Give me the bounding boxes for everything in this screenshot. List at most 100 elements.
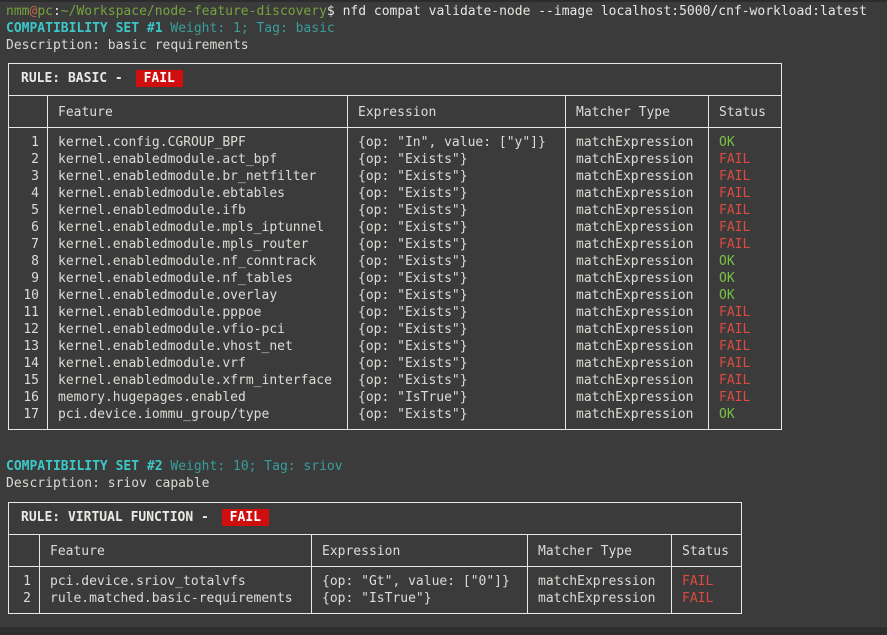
prompt-host: pc [37, 4, 53, 19]
table-row: 3kernel.enabledmodule.br_netfilter{op: "… [9, 168, 782, 185]
terminal-prompt-line: nmm@pc:~/Workspace/node-feature-discover… [6, 3, 887, 20]
set2-meta: Weight: 10; Tag: sriov [163, 459, 343, 474]
status-cell: FAIL [709, 151, 782, 168]
table-row: 2rule.matched.basic-requirements{op: "Is… [9, 590, 742, 614]
status-column-header: Status [709, 96, 782, 128]
matcher-cell: matchExpression [566, 355, 709, 372]
prompt-symbol: $ [327, 4, 343, 19]
status-cell: FAIL [709, 355, 782, 372]
feature-cell: kernel.enabledmodule.mpls_iptunnel [48, 219, 348, 236]
row-index-cell: 9 [9, 270, 48, 287]
row-index-cell: 1 [9, 128, 48, 152]
expression-column-header: Expression [348, 96, 566, 128]
row-index-cell: 4 [9, 185, 48, 202]
status-cell: FAIL [672, 567, 742, 591]
feature-cell: kernel.enabledmodule.vhost_net [48, 338, 348, 355]
table-row: 5kernel.enabledmodule.ifb{op: "Exists"}m… [9, 202, 782, 219]
row-index-cell: 10 [9, 287, 48, 304]
table-row: 15kernel.enabledmodule.xfrm_interface{op… [9, 372, 782, 389]
feature-cell: pci.device.iommu_group/type [48, 406, 348, 430]
row-index-cell: 6 [9, 219, 48, 236]
set2-description: Description: sriov capable [6, 475, 887, 492]
status-cell: FAIL [709, 168, 782, 185]
expression-cell: {op: "Exists"} [348, 372, 566, 389]
rule-status-badge: FAIL [222, 509, 269, 526]
feature-cell: kernel.enabledmodule.nf_conntrack [48, 253, 348, 270]
expression-cell: {op: "Exists"} [348, 355, 566, 372]
rule-header-cell: RULE: VIRTUAL FUNCTION - FAIL [9, 503, 742, 535]
matcher-cell: matchExpression [566, 406, 709, 430]
row-index-cell: 17 [9, 406, 48, 430]
expression-cell: {op: "Exists"} [348, 270, 566, 287]
status-cell: FAIL [709, 372, 782, 389]
set1-title: COMPATIBILITY SET #1 [6, 21, 163, 36]
status-cell: OK [709, 287, 782, 304]
rule-label: RULE: BASIC - [21, 71, 131, 86]
matcher-cell: matchExpression [566, 168, 709, 185]
matcher-cell: matchExpression [528, 567, 672, 591]
prompt-path: ~/Workspace/node-feature-discovery [61, 4, 327, 19]
table-row: 1pci.device.sriov_totalvfs{op: "Gt", val… [9, 567, 742, 591]
feature-cell: memory.hugepages.enabled [48, 389, 348, 406]
expression-cell: {op: "Exists"} [348, 304, 566, 321]
window-top-edge [0, 0, 887, 2]
status-cell: OK [709, 128, 782, 152]
row-index-cell: 8 [9, 253, 48, 270]
matcher-cell: matchExpression [566, 287, 709, 304]
expression-cell: {op: "Exists"} [348, 202, 566, 219]
rule-header-row: RULE: BASIC - FAIL [9, 64, 782, 96]
terminal-screen[interactable]: nmm@pc:~/Workspace/node-feature-discover… [0, 0, 887, 614]
set1-description: Description: basic requirements [6, 37, 887, 54]
row-index-cell: 2 [9, 151, 48, 168]
table-row: 12kernel.enabledmodule.vfio-pci{op: "Exi… [9, 321, 782, 338]
expression-cell: {op: "Exists"} [348, 219, 566, 236]
table-row: 11kernel.enabledmodule.pppoe{op: "Exists… [9, 304, 782, 321]
expression-cell: {op: "Exists"} [348, 406, 566, 430]
command-text: nfd compat validate-node --image localho… [343, 4, 867, 19]
status-cell: OK [709, 270, 782, 287]
results-table-basic: RULE: BASIC - FAIL Feature Expression Ma… [8, 63, 782, 430]
table-row: 10kernel.enabledmodule.overlay{op: "Exis… [9, 287, 782, 304]
expression-cell: {op: "Gt", value: ["0"]} [312, 567, 528, 591]
row-index-cell: 5 [9, 202, 48, 219]
status-column-header: Status [672, 535, 742, 567]
set1-meta: Weight: 1; Tag: basic [163, 21, 335, 36]
rule-status-badge: FAIL [136, 70, 183, 87]
row-index-cell: 12 [9, 321, 48, 338]
table-row: 14kernel.enabledmodule.vrf{op: "Exists"}… [9, 355, 782, 372]
set2-title: COMPATIBILITY SET #2 [6, 459, 163, 474]
status-cell: FAIL [709, 304, 782, 321]
table-row: 13kernel.enabledmodule.vhost_net{op: "Ex… [9, 338, 782, 355]
feature-cell: kernel.enabledmodule.vfio-pci [48, 321, 348, 338]
table-body: 1kernel.config.CGROUP_BPF{op: "In", valu… [9, 128, 782, 430]
status-cell: FAIL [709, 185, 782, 202]
status-cell: FAIL [709, 321, 782, 338]
window-bottom-edge [0, 627, 887, 635]
feature-cell: kernel.enabledmodule.xfrm_interface [48, 372, 348, 389]
expression-cell: {op: "Exists"} [348, 151, 566, 168]
matcher-column-header: Matcher Type [566, 96, 709, 128]
matcher-cell: matchExpression [528, 590, 672, 614]
matcher-cell: matchExpression [566, 253, 709, 270]
feature-cell: kernel.enabledmodule.ifb [48, 202, 348, 219]
matcher-cell: matchExpression [566, 338, 709, 355]
feature-cell: kernel.enabledmodule.br_netfilter [48, 168, 348, 185]
matcher-cell: matchExpression [566, 151, 709, 168]
table-row: 6kernel.enabledmodule.mpls_iptunnel{op: … [9, 219, 782, 236]
feature-cell: kernel.enabledmodule.act_bpf [48, 151, 348, 168]
matcher-cell: matchExpression [566, 128, 709, 152]
feature-cell: pci.device.sriov_totalvfs [40, 567, 312, 591]
matcher-cell: matchExpression [566, 236, 709, 253]
row-index-cell: 13 [9, 338, 48, 355]
expression-cell: {op: "Exists"} [348, 321, 566, 338]
matcher-cell: matchExpression [566, 185, 709, 202]
rule-header-row: RULE: VIRTUAL FUNCTION - FAIL [9, 503, 742, 535]
status-cell: OK [709, 406, 782, 430]
matcher-cell: matchExpression [566, 321, 709, 338]
matcher-cell: matchExpression [566, 372, 709, 389]
feature-cell: kernel.enabledmodule.nf_tables [48, 270, 348, 287]
table-header-row: Feature Expression Matcher Type Status [9, 535, 742, 567]
expression-cell: {op: "Exists"} [348, 185, 566, 202]
status-cell: FAIL [709, 202, 782, 219]
index-column-header [9, 535, 40, 567]
